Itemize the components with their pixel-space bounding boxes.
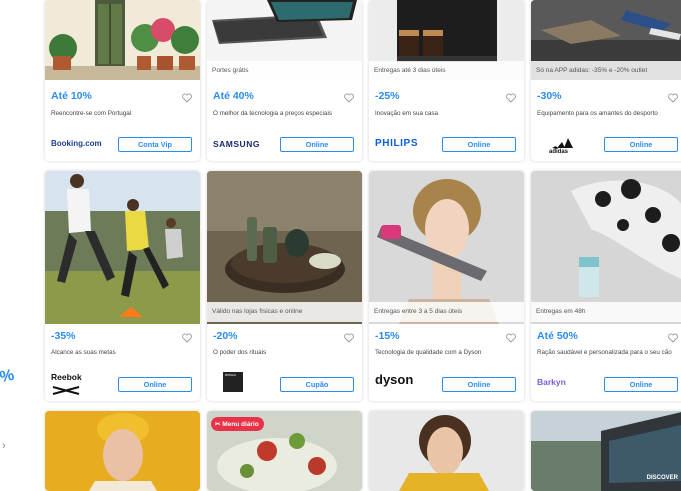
heart-icon[interactable] — [506, 333, 516, 343]
offer-description: Ração saudável e personalizada para o se… — [537, 349, 672, 356]
offer-note: Válido nas lojas físicas e online — [207, 302, 362, 322]
samsung-logo: SAMSUNG — [213, 139, 260, 149]
reebok-vector-icon — [52, 386, 80, 395]
offer-card-barkyn[interactable]: Entregas em 48h Até 50% Ração saudável e… — [531, 171, 681, 401]
heart-icon[interactable] — [344, 333, 354, 343]
discount-label: Até 40% — [213, 90, 254, 102]
discover-label: DISCOVER — [646, 475, 678, 481]
discount-label: -35% — [51, 330, 76, 342]
reebok-logo: Reebok — [51, 372, 82, 400]
offer-description: Inovação em sua casa — [375, 110, 439, 117]
conta-vip-button[interactable]: Conta Vip — [118, 137, 192, 152]
dyson-logo: dyson — [375, 372, 414, 387]
heart-icon[interactable] — [668, 333, 678, 343]
caret-icon: › — [2, 440, 6, 452]
offer-image — [369, 411, 524, 491]
discount-label: -20% — [213, 330, 238, 342]
offer-description: O poder dos rituais — [213, 349, 267, 356]
percent-icon: % — [0, 366, 16, 387]
barkyn-logo: Barkyn — [537, 377, 566, 387]
offer-card-row3-3[interactable] — [369, 411, 524, 491]
discount-label: -15% — [375, 330, 400, 342]
cupao-button[interactable]: Cupão — [280, 377, 354, 392]
discount-label: Até 10% — [51, 90, 92, 102]
offer-card-booking[interactable]: Até 10% Reencontre-se com Portugal Booki… — [45, 0, 200, 161]
philips-logo: PHILIPS — [375, 138, 419, 149]
offer-description: Reencontre-se com Portugal — [51, 110, 132, 117]
offer-card-dyson[interactable]: Entregas entre 3 a 5 dias úteis -15% Tec… — [369, 171, 524, 401]
offer-note: Entregas até 3 dias úteis — [369, 61, 524, 81]
offer-note: Portes grátis — [207, 61, 362, 81]
online-button[interactable]: Online — [280, 137, 354, 152]
left-rail: % › — [0, 0, 36, 483]
offer-note: Só na APP adidas: -35% e -20% outlet — [531, 61, 681, 81]
booking-logo: Booking.com — [51, 139, 102, 148]
online-button[interactable]: Online — [604, 377, 678, 392]
discount-label: Até 50% — [537, 330, 578, 342]
offer-image — [45, 171, 200, 324]
offer-description: Alcance as suas metas — [51, 349, 116, 356]
offer-image — [45, 0, 200, 80]
offer-description: O melhor da tecnologia a preços especiai… — [213, 110, 333, 117]
heart-icon[interactable] — [182, 333, 192, 343]
online-button[interactable]: Online — [604, 137, 678, 152]
offer-card-adidas[interactable]: Só na APP adidas: -35% e -20% outlet -30… — [531, 0, 681, 161]
offer-description: Equipamento para os amantes do desporto — [537, 110, 658, 117]
offer-note: Entregas entre 3 a 5 dias úteis — [369, 302, 524, 322]
offer-image — [45, 411, 200, 491]
online-button[interactable]: Online — [442, 377, 516, 392]
offer-note: Entregas em 48h — [531, 302, 681, 322]
rituals-logo: RITUALS — [223, 372, 243, 392]
online-button[interactable]: Online — [118, 377, 192, 392]
offer-card-philips[interactable]: Entregas até 3 dias úteis -25% Inovação … — [369, 0, 524, 161]
offer-card-samsung[interactable]: Portes grátis Até 40% O melhor da tecnol… — [207, 0, 362, 161]
online-button[interactable]: Online — [442, 137, 516, 152]
offer-card-rituals[interactable]: Válido nas lojas físicas e online -20% O… — [207, 171, 362, 401]
heart-icon[interactable] — [344, 93, 354, 103]
offer-card-row3-1[interactable] — [45, 411, 200, 491]
offer-card-row3-2[interactable]: ✂ Menu diário — [207, 411, 362, 491]
heart-icon[interactable] — [668, 93, 678, 103]
offer-description: Tecnologia de qualidade com a Dyson — [375, 349, 482, 356]
offer-card-reebok[interactable]: -35% Alcance as suas metas Reebok Online — [45, 171, 200, 401]
discount-label: -25% — [375, 90, 400, 102]
heart-icon[interactable] — [506, 93, 516, 103]
menu-diario-badge: ✂ Menu diário — [211, 417, 264, 431]
heart-icon[interactable] — [182, 93, 192, 103]
adidas-logo: adidas — [547, 133, 579, 160]
discount-label: -30% — [537, 90, 562, 102]
offer-card-row3-4[interactable]: DISCOVER — [531, 411, 681, 491]
